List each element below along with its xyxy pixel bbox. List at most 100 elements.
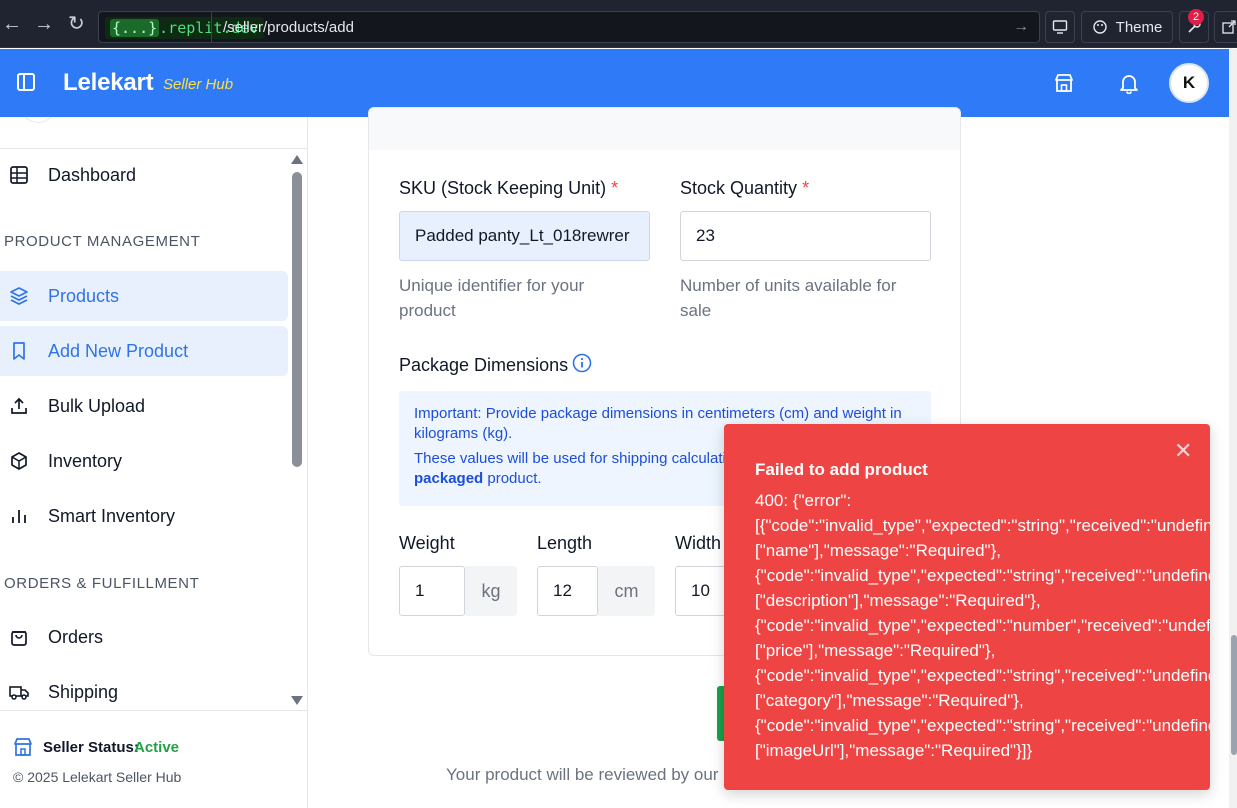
scroll-up-arrow-icon[interactable]: [291, 155, 303, 164]
url-separator: [211, 12, 212, 42]
length-unit: cm: [598, 566, 655, 616]
bar-chart-icon: [12, 510, 26, 523]
sidebar-item-bulk-upload[interactable]: Bulk Upload: [0, 381, 288, 431]
stock-label-text: Stock Quantity: [680, 178, 798, 198]
sku-label-text: SKU (Stock Keeping Unit): [399, 178, 607, 198]
sidebar-scrollbar-thumb[interactable]: [292, 172, 302, 467]
store-icon[interactable]: [1053, 72, 1075, 94]
sku-input[interactable]: Padded panty_Lt_018rewrer: [399, 211, 650, 261]
seller-status-label: Seller Status:: [43, 739, 139, 756]
go-arrow-icon[interactable]: →: [1013, 18, 1029, 36]
sidebar-divider: [0, 148, 307, 149]
required-mark: *: [611, 178, 619, 198]
length-input[interactable]: 12: [537, 566, 598, 616]
notification-badge: 2: [1188, 9, 1204, 25]
toast-message-line: {"code":"invalid_type","expected":"strin…: [755, 716, 1210, 735]
copyright: © 2025 Lelekart Seller Hub: [13, 769, 182, 785]
seller-status-value: Active: [134, 739, 180, 756]
shopping-bag-icon: [11, 631, 27, 646]
upload-icon: [11, 397, 27, 414]
sidebar-footer-divider: [0, 710, 307, 711]
sidebar-item-products[interactable]: Products: [0, 271, 288, 321]
box-icon: [11, 452, 27, 470]
sku-help-line2: product: [399, 301, 456, 320]
forward-icon[interactable]: →: [34, 14, 54, 34]
close-icon[interactable]: ✕: [1174, 438, 1192, 464]
user-avatar[interactable]: K: [1169, 63, 1209, 103]
info-line2: kilograms (kg).: [414, 425, 513, 442]
external-link-icon: [1222, 20, 1236, 34]
toast-message-line: ["name"],"message":"Required"},: [755, 541, 1001, 560]
sidebar-item-dashboard[interactable]: Dashboard: [0, 150, 288, 200]
sidebar-item-label: Shipping: [48, 681, 119, 702]
back-icon[interactable]: ←: [2, 14, 22, 34]
url-host-brace: {...}: [110, 19, 160, 37]
info-line4-text: product.: [483, 470, 542, 487]
sku-label: SKU (Stock Keeping Unit) *: [399, 178, 618, 199]
sidebar-profile-avatar: [20, 117, 56, 123]
weight-unit: kg: [465, 566, 517, 616]
info-icon[interactable]: [572, 353, 592, 373]
weight-label: Weight: [399, 533, 455, 553]
sidebar-item-label: Bulk Upload: [48, 395, 146, 416]
toast-message-line: ["imageUrl"],"message":"Required"}]}: [755, 741, 1033, 760]
tools-button[interactable]: 2: [1179, 9, 1209, 43]
package-dimensions-label: Package Dimensions: [399, 355, 569, 375]
open-new-tab-button[interactable]: [1214, 11, 1237, 43]
sidebar-item-label: Orders: [48, 626, 104, 647]
toast-message-line: 400: {"error":: [755, 491, 852, 510]
section-heading-product-management: PRODUCT MANAGEMENT: [4, 233, 201, 250]
info-line4: packaged product.: [414, 469, 542, 489]
info-line1: Important: Provide package dimensions in…: [414, 405, 902, 422]
theme-button[interactable]: Theme: [1081, 11, 1173, 43]
sidebar-item-label: Products: [48, 285, 120, 306]
monitor-icon: [1052, 20, 1068, 34]
stock-quantity-input[interactable]: 23: [680, 211, 931, 261]
toast-message-line: ["category"],"message":"Required"},: [755, 691, 1024, 710]
sidebar-item-orders[interactable]: Orders: [0, 612, 288, 662]
toast-message-line: ["description"],"message":"Required"},: [755, 591, 1041, 610]
stock-help-line2: sale: [680, 301, 712, 320]
bookmark-icon: [13, 342, 25, 360]
error-toast: ✕ Failed to add product 400: {"error": […: [724, 424, 1210, 790]
stock-quantity-label: Stock Quantity *: [680, 178, 809, 199]
section-heading-orders: ORDERS & FULFILLMENT: [4, 575, 200, 592]
sidebar-item-add-new-product[interactable]: Add New Product: [0, 326, 288, 376]
weight-input[interactable]: 1: [399, 566, 465, 616]
sidebar-item-label: Inventory: [48, 450, 123, 471]
layers-icon: [10, 287, 28, 305]
page-scrollbar-thumb[interactable]: [1231, 635, 1237, 755]
card-header: [369, 108, 960, 150]
device-preview-button[interactable]: [1045, 11, 1075, 43]
logo-subtitle: Seller Hub: [163, 76, 234, 93]
reload-icon[interactable]: ↻: [68, 14, 85, 34]
toast-message-line: {"code":"invalid_type","expected":"strin…: [755, 566, 1210, 585]
toast-message-line: {"code":"invalid_type","expected":"numbe…: [755, 616, 1210, 635]
browser-toolbar: ← → ↻ {...} .replit.dev /seller/products/…: [0, 0, 1237, 48]
info-bold-text: packaged: [414, 470, 484, 487]
required-mark: *: [802, 178, 810, 198]
length-label: Length: [537, 533, 593, 553]
sku-help-line1: Unique identifier for your: [399, 276, 585, 295]
theme-label: Theme: [1115, 18, 1163, 36]
sidebar-item-label: Smart Inventory: [48, 505, 176, 526]
store-icon: [14, 738, 32, 756]
scroll-down-arrow-icon[interactable]: [291, 696, 303, 705]
toast-title: Failed to add product: [755, 460, 928, 479]
truck-icon: [9, 686, 29, 700]
sidebar-item-label: Dashboard: [48, 164, 137, 185]
sidebar-item-inventory[interactable]: Inventory: [0, 436, 288, 486]
sidebar-item-smart-inventory[interactable]: Smart Inventory: [0, 491, 288, 541]
toast-message-line: {"code":"invalid_type","expected":"strin…: [755, 666, 1210, 685]
bell-icon[interactable]: [1118, 72, 1140, 94]
toast-message-line: [{"code":"invalid_type","expected":"stri…: [755, 516, 1210, 535]
address-bar[interactable]: {...} .replit.dev /seller/products/add →: [98, 11, 1040, 43]
info-line3: These values will be used for shipping c…: [414, 450, 751, 467]
url-path: /seller/products/add: [223, 19, 354, 36]
toast-message: 400: {"error": [{"code":"invalid_type","…: [755, 488, 1210, 763]
palette-icon: [1092, 20, 1107, 34]
stock-help-line1: Number of units available for: [680, 276, 897, 295]
width-label: Width: [675, 533, 722, 553]
logo[interactable]: Lelekart: [63, 69, 154, 97]
sidebar-toggle-icon[interactable]: [17, 73, 35, 91]
